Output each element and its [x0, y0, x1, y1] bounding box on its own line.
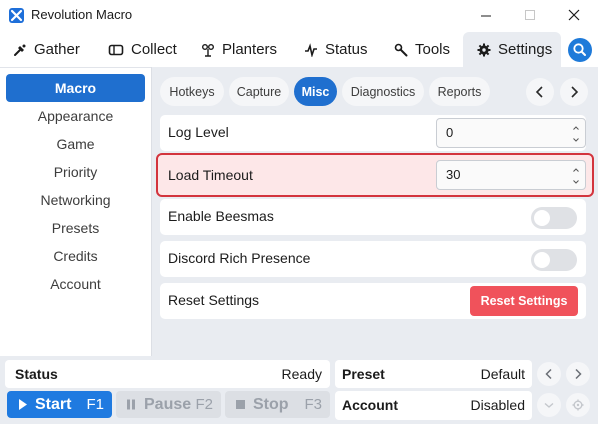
- settings-sidebar: Macro Appearance Game Priority Networkin…: [0, 67, 151, 356]
- sidebar-item-presets[interactable]: Presets: [6, 214, 145, 242]
- tab-tools[interactable]: Tools: [394, 32, 450, 67]
- pause-label: Pause: [144, 395, 192, 413]
- load-timeout-value: 30: [446, 167, 461, 182]
- enable-beesmas-toggle[interactable]: [531, 207, 577, 229]
- start-button[interactable]: Start F1: [7, 391, 112, 418]
- account-settings-button[interactable]: [566, 393, 590, 417]
- search-icon: [573, 43, 586, 56]
- sidebar-item-credits[interactable]: Credits: [6, 242, 145, 270]
- account-card: Account Disabled: [335, 391, 532, 420]
- subtab-next-button[interactable]: [560, 78, 588, 106]
- gear-icon: [572, 399, 584, 411]
- minimize-button[interactable]: [464, 0, 508, 32]
- chevron-left-icon: [545, 368, 552, 380]
- setting-log-level: Log Level 0: [160, 115, 586, 151]
- gather-icon: [14, 44, 26, 56]
- sidebar-item-networking[interactable]: Networking: [6, 186, 145, 214]
- main-nav: Gather Collect Planters Status Tools Set…: [0, 32, 598, 67]
- title-bar: Revolution Macro: [0, 0, 598, 32]
- reset-settings-label: Reset Settings: [168, 292, 260, 308]
- control-footer: Status Ready Preset Default Account Disa…: [0, 356, 598, 424]
- load-timeout-label: Load Timeout: [168, 167, 253, 183]
- tab-collect[interactable]: Collect: [108, 32, 177, 67]
- chevron-left-icon: [535, 86, 543, 98]
- sidebar-item-macro[interactable]: Macro: [6, 74, 145, 102]
- setting-enable-beesmas: Enable Beesmas: [160, 199, 586, 235]
- gear-icon: [477, 43, 491, 56]
- log-level-decrement[interactable]: [570, 133, 582, 145]
- reset-settings-button[interactable]: Reset Settings: [470, 286, 578, 316]
- preset-value[interactable]: Default: [481, 366, 525, 382]
- pause-icon: [127, 399, 135, 410]
- status-label: Status: [15, 366, 58, 382]
- account-dropdown-button[interactable]: [537, 393, 561, 417]
- chevron-right-icon: [575, 368, 582, 380]
- setting-discord-rich-presence: Discord Rich Presence: [160, 241, 586, 277]
- subtab-prev-button[interactable]: [526, 78, 554, 106]
- tab-gather[interactable]: Gather: [13, 32, 80, 67]
- tools-icon: [394, 43, 408, 56]
- sidebar-item-appearance[interactable]: Appearance: [6, 102, 145, 130]
- subtab-misc[interactable]: Misc: [294, 77, 337, 106]
- load-timeout-input[interactable]: 30: [436, 160, 586, 190]
- log-level-label: Log Level: [168, 124, 229, 140]
- preset-label: Preset: [342, 366, 385, 382]
- pause-hotkey: F2: [195, 396, 213, 413]
- collect-icon: [108, 44, 124, 55]
- discord-rich-presence-label: Discord Rich Presence: [168, 250, 311, 266]
- tab-tools-label: Tools: [415, 41, 451, 58]
- log-level-input[interactable]: 0: [436, 118, 586, 148]
- account-label: Account: [342, 397, 398, 413]
- tab-planters[interactable]: Planters: [201, 32, 277, 67]
- preset-prev-button[interactable]: [537, 362, 561, 386]
- sidebar-item-account[interactable]: Account: [6, 270, 145, 298]
- settings-panel: Hotkeys Capture Misc Diagnostics Reports…: [151, 67, 598, 356]
- toggle-knob: [534, 210, 550, 226]
- status-value: Ready: [281, 366, 322, 382]
- close-button[interactable]: [552, 0, 596, 32]
- app-logo-icon: [9, 8, 24, 23]
- status-icon: [305, 42, 317, 57]
- chevron-down-icon: [544, 402, 554, 408]
- account-value[interactable]: Disabled: [471, 397, 525, 413]
- stop-icon: [236, 400, 245, 409]
- preset-card: Preset Default: [335, 360, 532, 388]
- subtab-reports[interactable]: Reports: [429, 77, 490, 106]
- pause-button[interactable]: Pause F2: [116, 391, 221, 418]
- discord-rich-presence-toggle[interactable]: [531, 249, 577, 271]
- status-card: Status Ready: [5, 360, 330, 388]
- load-timeout-increment[interactable]: [570, 163, 582, 175]
- sidebar-item-game[interactable]: Game: [6, 130, 145, 158]
- log-level-increment[interactable]: [570, 121, 582, 133]
- log-level-value: 0: [446, 125, 454, 140]
- tab-gather-label: Gather: [34, 41, 80, 58]
- tab-planters-label: Planters: [222, 41, 278, 58]
- tab-collect-label: Collect: [131, 41, 177, 58]
- play-icon: [19, 399, 27, 410]
- subtab-capture[interactable]: Capture: [229, 77, 289, 106]
- stop-button[interactable]: Stop F3: [225, 391, 330, 418]
- planters-icon: [202, 43, 214, 57]
- stop-label: Stop: [253, 395, 289, 413]
- window-title: Revolution Macro: [31, 7, 133, 22]
- subtab-hotkeys[interactable]: Hotkeys: [160, 77, 224, 106]
- tab-settings[interactable]: Settings: [463, 32, 561, 67]
- chevron-right-icon: [571, 86, 579, 98]
- sidebar-item-priority[interactable]: Priority: [6, 158, 145, 186]
- load-timeout-decrement[interactable]: [570, 175, 582, 187]
- start-label: Start: [35, 395, 72, 413]
- search-button[interactable]: [568, 38, 592, 62]
- toggle-knob: [534, 252, 550, 268]
- tab-settings-label: Settings: [498, 41, 553, 58]
- setting-load-timeout: Load Timeout 30: [156, 153, 594, 197]
- stop-hotkey: F3: [304, 396, 322, 413]
- setting-reset: Reset Settings Reset Settings: [160, 283, 586, 319]
- maximize-button[interactable]: [508, 0, 552, 32]
- tab-status-label: Status: [325, 41, 368, 58]
- start-hotkey: F1: [86, 396, 104, 413]
- subtab-diagnostics[interactable]: Diagnostics: [342, 77, 424, 106]
- enable-beesmas-label: Enable Beesmas: [168, 208, 274, 224]
- preset-next-button[interactable]: [566, 362, 590, 386]
- tab-status[interactable]: Status: [304, 32, 368, 67]
